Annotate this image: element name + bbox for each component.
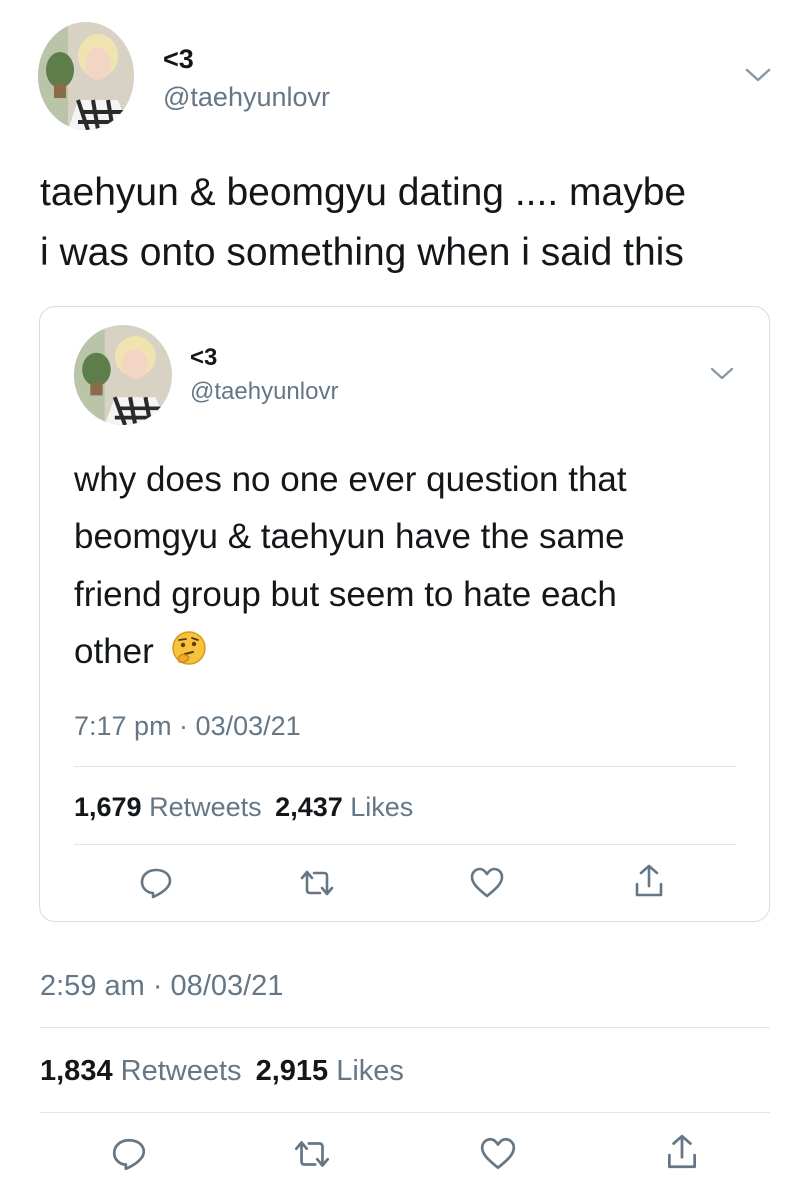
quoted-like-count[interactable]: 2,437	[275, 792, 343, 822]
retweet-icon[interactable]	[290, 1136, 334, 1172]
reply-icon[interactable]	[138, 866, 174, 900]
like-icon[interactable]	[469, 866, 505, 900]
retweet-label[interactable]: Retweets	[121, 1055, 242, 1087]
quoted-retweet-label[interactable]: Retweets	[149, 792, 262, 822]
tweet-text-line-2: i was onto something when i said this	[40, 231, 684, 274]
quoted-user-handle[interactable]: @taehyunlovr	[190, 378, 338, 406]
like-count[interactable]: 2,915	[256, 1055, 329, 1087]
display-name[interactable]: <3	[163, 44, 194, 75]
reply-icon[interactable]	[110, 1136, 148, 1172]
quoted-like-label[interactable]: Likes	[350, 792, 413, 822]
share-icon[interactable]	[664, 1132, 700, 1172]
avatar-photo	[38, 22, 134, 130]
tweet-stats: 1,834 Retweets 2,915 Likes	[40, 1055, 404, 1088]
quoted-timestamp[interactable]: 7:17 pm · 03/03/21	[74, 711, 301, 742]
avatar[interactable]	[38, 22, 134, 130]
quoted-text-line-4: other	[74, 632, 154, 671]
quoted-display-name[interactable]: <3	[190, 344, 217, 372]
tweet-divider-2	[40, 1112, 770, 1113]
thinking-face-icon	[170, 629, 208, 679]
quoted-retweet-count[interactable]: 1,679	[74, 792, 142, 822]
tweet-text-line-1: taehyun & beomgyu dating .... maybe	[40, 171, 687, 214]
chevron-down-icon[interactable]	[744, 64, 772, 86]
chevron-down-icon[interactable]	[709, 364, 735, 384]
tweet-divider-1	[40, 1027, 770, 1028]
user-handle[interactable]: @taehyunlovr	[163, 82, 330, 113]
quoted-text-line-4-wrap: other	[74, 629, 208, 679]
retweet-icon[interactable]	[296, 866, 338, 900]
quoted-avatar[interactable]	[74, 325, 172, 425]
retweet-count[interactable]: 1,834	[40, 1055, 113, 1087]
tweet-timestamp[interactable]: 2:59 am · 08/03/21	[40, 970, 283, 1003]
quoted-text-line-1: why does no one ever question that	[74, 460, 627, 499]
quoted-stats: 1,679 Retweets 2,437 Likes	[74, 792, 413, 823]
quoted-text-line-3: friend group but seem to hate each	[74, 575, 617, 614]
share-icon[interactable]	[632, 862, 666, 900]
quoted-divider-1	[74, 766, 736, 767]
quoted-text-line-2: beomgyu & taehyun have the same	[74, 517, 625, 556]
like-label[interactable]: Likes	[336, 1055, 404, 1087]
quoted-avatar-photo	[74, 325, 172, 425]
like-icon[interactable]	[479, 1136, 517, 1172]
quoted-divider-2	[74, 844, 736, 845]
